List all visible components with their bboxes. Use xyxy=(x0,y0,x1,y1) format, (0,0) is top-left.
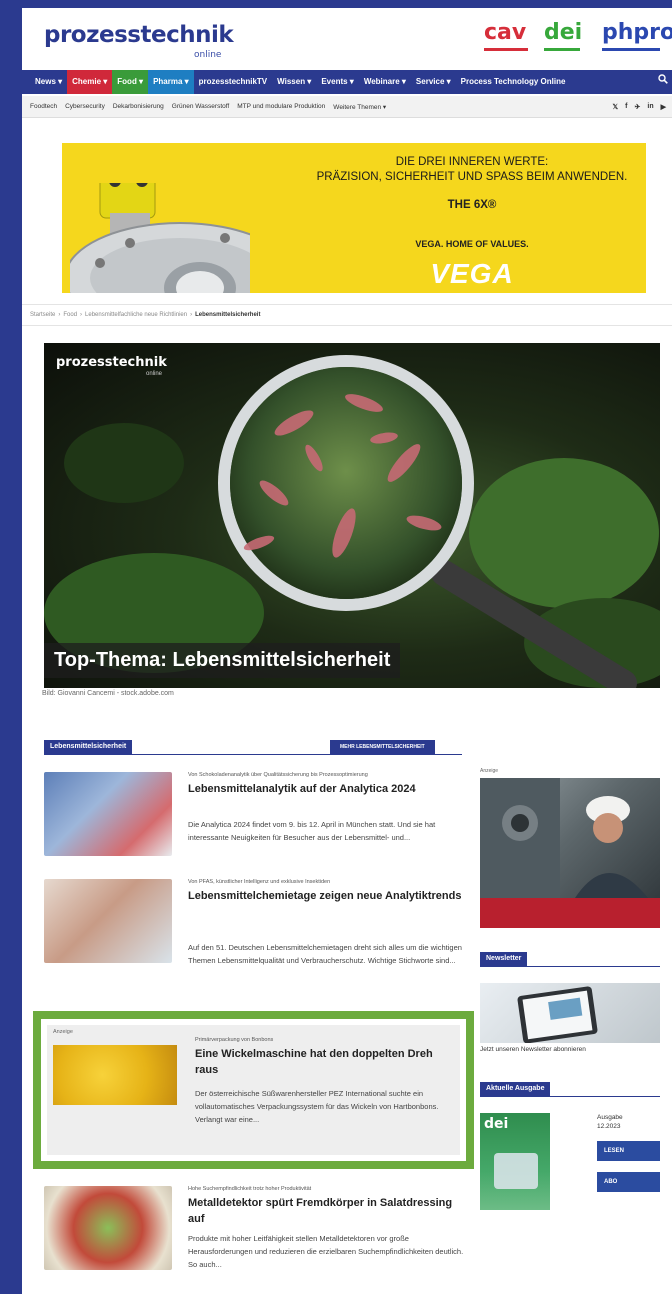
article-thumbnail[interactable] xyxy=(44,879,172,963)
linkedin-icon[interactable]: in xyxy=(647,103,653,111)
ad-headline-2: PRÄZISION, SICHERHEIT UND SPASS BEIM ANW… xyxy=(316,171,628,183)
subscribe-button[interactable]: ABO xyxy=(597,1172,660,1192)
nav-prozesstechniktv[interactable]: prozesstechnikTV xyxy=(194,70,272,94)
tablet-image xyxy=(517,986,598,1043)
sponsored-article-box[interactable]: Anzeige Primärverpackung von Bonbons Ein… xyxy=(33,1011,474,1169)
topic-wasserstoff[interactable]: Grünen Wasserstoff xyxy=(172,103,229,110)
site-logo[interactable]: prozesstechnik xyxy=(44,22,234,48)
article-title[interactable]: Lebensmittelchemietage zeigen neue Analy… xyxy=(188,888,468,904)
current-issue-tag[interactable]: Aktuelle Ausgabe xyxy=(480,1082,551,1096)
topic-more[interactable]: Weitere Themen ▾ xyxy=(333,103,386,111)
facebook-icon[interactable]: f xyxy=(625,103,627,111)
nav-wissen[interactable]: Wissen ▾ xyxy=(272,70,316,94)
article-card[interactable]: Von PFAS, künstlicher Intelligenz und ex… xyxy=(44,879,464,989)
nav-process-technology-online[interactable]: Process Technology Online xyxy=(456,70,571,94)
brand-phpro-underline xyxy=(602,48,660,51)
site-header: prozesstechnik online cav dei phpro xyxy=(22,8,672,66)
x-icon[interactable]: 𝕏 xyxy=(613,103,619,111)
ad-product: THE 6X® xyxy=(447,199,497,211)
breadcrumb-parent[interactable]: Lebensmittelfachliche neue Richtlinien xyxy=(85,312,187,318)
article-kicker: Hohe Suchempfindlichkeit trotz hoher Pro… xyxy=(188,1186,312,1192)
breadcrumb-separator: › xyxy=(58,312,61,318)
topic-navigation: Foodtech Cybersecurity Dekarbonisierung … xyxy=(22,96,672,118)
breadcrumb-current: Lebensmittelsicherheit xyxy=(195,312,261,318)
topic-foodtech[interactable]: Foodtech xyxy=(30,103,57,110)
sensor-device-image xyxy=(70,183,250,293)
sidebar-ad-footer xyxy=(480,898,660,928)
article-excerpt: Der österreichische Süßwarenhersteller P… xyxy=(195,1089,439,1124)
hero-logo-sub: online xyxy=(146,371,163,377)
topic-cybersecurity[interactable]: Cybersecurity xyxy=(65,103,105,110)
article-kicker: Von PFAS, künstlicher Intelligenz und ex… xyxy=(188,879,331,885)
brand-dei-underline xyxy=(544,48,580,51)
hero-logo: prozesstechnik xyxy=(56,355,167,370)
page-frame: prozesstechnik online cav dei phpro News… xyxy=(22,8,672,1294)
read-issue-button[interactable]: LESEN xyxy=(597,1141,660,1161)
main-navigation: News ▾ Chemie ▾ Food ▾ Pharma ▾ prozesst… xyxy=(22,70,672,94)
telegram-icon[interactable]: ✈ xyxy=(635,103,641,111)
breadcrumb-separator: › xyxy=(80,312,83,318)
article-thumbnail[interactable] xyxy=(53,1045,177,1105)
sidebar-ad-label: Anzeige xyxy=(480,768,499,774)
nav-events[interactable]: Events ▾ xyxy=(316,70,358,94)
nav-news[interactable]: News ▾ xyxy=(30,70,67,94)
ad-brand-logo: VEGA xyxy=(430,258,514,289)
hero-image[interactable]: prozesstechnik online Top-Thema: Lebensm… xyxy=(44,343,660,688)
social-links: 𝕏 f ✈ in ▶ xyxy=(613,103,672,111)
nav-chemie[interactable]: Chemie ▾ xyxy=(67,70,113,94)
more-articles-button[interactable]: MEHR LEBENSMITTELSICHERHEIT xyxy=(330,740,435,754)
hero-caption: Bild: Giovanni Cancemi - stock.adobe.com xyxy=(42,690,174,697)
brand-cav-link[interactable]: cav xyxy=(484,20,526,45)
vega-ad-banner[interactable]: DIE DREI INNEREN WERTE: PRÄZISION, SICHE… xyxy=(62,143,646,293)
ad-slogan: VEGA. HOME OF VALUES. xyxy=(415,239,529,249)
nav-food[interactable]: Food ▾ xyxy=(112,70,149,94)
breadcrumb-home[interactable]: Startseite xyxy=(30,312,55,318)
cover-image xyxy=(494,1153,538,1189)
topic-dekarbonisierung[interactable]: Dekarbonisierung xyxy=(113,103,164,110)
article-title[interactable]: Lebensmittelanalytik auf der Analytica 2… xyxy=(188,781,468,797)
newsletter-divider xyxy=(480,966,660,967)
sponsored-label: Anzeige xyxy=(53,1029,73,1035)
cover-title: dei xyxy=(484,1116,509,1132)
current-issue-divider xyxy=(480,1096,660,1097)
brand-phpro-link[interactable]: phpro xyxy=(602,20,672,45)
magazine-cover[interactable]: dei xyxy=(480,1113,550,1210)
issue-number: 12.2023 xyxy=(597,1123,621,1130)
article-kicker: Von Schokoladenanalytik über Qualitätssi… xyxy=(188,772,368,778)
article-title[interactable]: Metalldetektor spürt Fremdkörper in Sala… xyxy=(188,1195,468,1227)
sidebar-ad[interactable] xyxy=(480,778,660,928)
nav-service[interactable]: Service ▾ xyxy=(411,70,456,94)
breadcrumb-food[interactable]: Food xyxy=(63,312,77,318)
nav-pharma[interactable]: Pharma ▾ xyxy=(148,70,194,94)
breadcrumb: Startseite › Food › Lebensmittelfachlich… xyxy=(22,304,672,326)
article-title[interactable]: Eine Wickelmaschine hat den doppelten Dr… xyxy=(195,1046,455,1078)
issue-label: Ausgabe 12.2023 xyxy=(597,1113,623,1131)
nav-webinare[interactable]: Webinare ▾ xyxy=(359,70,411,94)
article-thumbnail[interactable] xyxy=(44,772,172,856)
magnifier-illustration xyxy=(44,355,660,688)
article-excerpt: Auf den 51. Deutschen Lebensmittelchemie… xyxy=(188,943,462,965)
article-card[interactable]: Hohe Suchempfindlichkeit trotz hoher Pro… xyxy=(44,1186,464,1286)
ad-headline-1: DIE DREI INNEREN WERTE: xyxy=(395,156,549,168)
article-card[interactable]: Von Schokoladenanalytik über Qualitätssi… xyxy=(44,772,464,872)
youtube-icon[interactable]: ▶ xyxy=(661,103,666,111)
article-thumbnail[interactable] xyxy=(44,1186,172,1270)
topic-mtp[interactable]: MTP und modulare Produktion xyxy=(237,103,325,110)
article-excerpt: Die Analytica 2024 findet vom 9. bis 12.… xyxy=(188,820,436,842)
newsletter-image[interactable] xyxy=(480,983,660,1043)
section-divider xyxy=(44,754,462,755)
sponsored-article[interactable]: Anzeige Primärverpackung von Bonbons Ein… xyxy=(47,1025,460,1155)
brand-cav-underline xyxy=(484,48,528,51)
breadcrumb-separator: › xyxy=(190,312,193,318)
hero-title[interactable]: Top-Thema: Lebensmittelsicherheit xyxy=(44,643,401,678)
section-tag[interactable]: Lebensmittelsicherheit xyxy=(44,740,133,754)
site-logo-sub: online xyxy=(194,50,222,60)
article-kicker: Primärverpackung von Bonbons xyxy=(195,1037,274,1043)
brand-dei-link[interactable]: dei xyxy=(544,20,582,45)
search-icon[interactable] xyxy=(653,70,672,94)
issue-label-text: Ausgabe xyxy=(597,1114,623,1121)
article-excerpt: Produkte mit hoher Leitfähigkeit stellen… xyxy=(188,1234,464,1269)
newsletter-tag[interactable]: Newsletter xyxy=(480,952,528,966)
newsletter-link[interactable]: Jetzt unseren Newsletter abonnieren xyxy=(480,1046,586,1053)
